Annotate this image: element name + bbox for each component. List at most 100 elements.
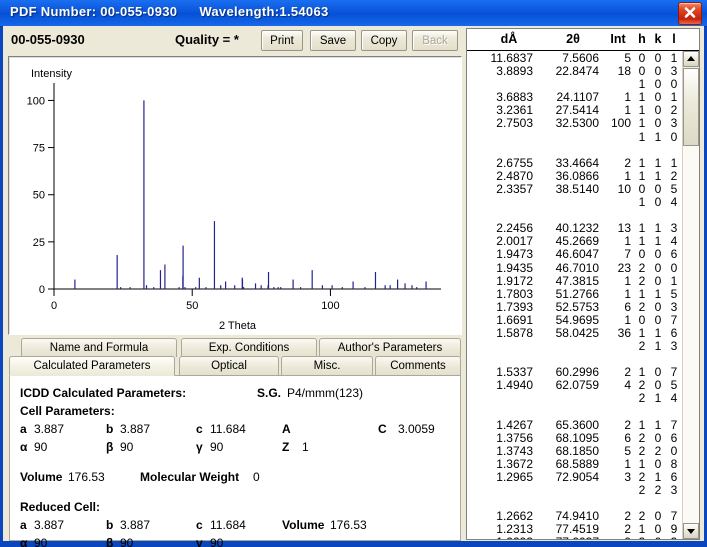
reduced-volume-value: 176.53 bbox=[330, 518, 367, 532]
cell-c-label: c bbox=[196, 422, 203, 436]
sg-value: P4/mmm(123) bbox=[287, 386, 364, 400]
table-row[interactable] bbox=[467, 496, 683, 509]
table-row[interactable]: 2.0017 45.2669 1 1 1 4 bbox=[467, 234, 683, 249]
table-row[interactable]: 1.4267 65.3600 2 1 1 7 bbox=[467, 417, 683, 432]
peak-k-value: 0 bbox=[654, 312, 662, 327]
table-row[interactable]: 223 bbox=[467, 483, 683, 498]
table-row[interactable]: 1.5878 58.0425 36 1 1 6 bbox=[467, 326, 683, 340]
peak-l-value: 3 bbox=[670, 483, 678, 498]
table-row[interactable] bbox=[467, 208, 683, 221]
peak-two-theta-value: 22.8474 bbox=[555, 64, 599, 79]
peak-k-value: 0 bbox=[654, 299, 662, 314]
peak-l-value: 3 bbox=[670, 116, 678, 131]
table-row[interactable]: 1.3743 68.1850 5 2 2 0 bbox=[467, 443, 683, 458]
peak-intensity-value: 1 bbox=[624, 234, 631, 249]
peak-table-body[interactable]: 11.6837 7.5606 5 0 0 1 3.8893 22.8474 18 0 0 3 1 0 0 3.… bbox=[467, 51, 683, 539]
peak-d-value: 1.9435 bbox=[496, 260, 533, 275]
table-row[interactable]: 11.6837 7.5606 5 0 0 1 bbox=[467, 51, 683, 65]
table-row[interactable]: 1.9435 46.7010 23 2 0 0 bbox=[467, 260, 683, 275]
reduced-gamma-value: 90 bbox=[210, 536, 224, 547]
peak-d-value: 1.3743 bbox=[496, 443, 533, 458]
scrollbar-track[interactable] bbox=[683, 146, 699, 523]
table-row[interactable]: 2.4870 36.0866 1 1 1 2 bbox=[467, 168, 683, 183]
close-icon[interactable] bbox=[678, 2, 702, 25]
peak-k-value: 0 bbox=[654, 103, 662, 118]
peak-l-value: 3 bbox=[670, 64, 678, 79]
peak-k-value: 1 bbox=[654, 470, 662, 484]
table-row[interactable]: 1.7393 52.5753 6 2 0 3 bbox=[467, 299, 683, 314]
peak-k-value: 1 bbox=[654, 417, 662, 432]
table-row[interactable]: 3.2361 27.5414 1 1 0 2 bbox=[467, 103, 683, 118]
peak-intensity-value: 1 bbox=[624, 273, 631, 288]
scroll-up-arrow-icon[interactable] bbox=[683, 51, 699, 67]
quality-label: Quality = * bbox=[175, 32, 239, 47]
tab-exp-conditions[interactable]: Exp. Conditions bbox=[181, 338, 317, 357]
tab-comments[interactable]: Comments bbox=[375, 356, 461, 375]
reduced-alpha-value: 90 bbox=[34, 536, 48, 547]
print-button[interactable]: Print bbox=[261, 30, 303, 51]
peak-h-value: 0 bbox=[638, 181, 646, 196]
table-row[interactable]: 1.6691 54.9695 1 0 0 7 bbox=[467, 312, 683, 327]
table-row[interactable]: 1.9172 47.3815 1 2 0 1 bbox=[467, 273, 683, 288]
reduced-beta-value: 90 bbox=[120, 536, 134, 547]
peak-two-theta-value: 68.1095 bbox=[555, 430, 599, 445]
copy-button[interactable]: Copy bbox=[361, 30, 407, 51]
table-row[interactable]: 1.5337 60.2996 2 1 0 7 bbox=[467, 365, 683, 380]
peak-d-value: 1.2313 bbox=[496, 522, 533, 537]
scroll-down-arrow-icon[interactable] bbox=[683, 523, 699, 539]
table-row[interactable]: 1.7803 51.2766 1 1 1 5 bbox=[467, 286, 683, 301]
table-row[interactable] bbox=[467, 352, 683, 365]
peak-table-scrollbar[interactable] bbox=[682, 51, 699, 539]
table-row[interactable]: 2.3357 38.5140 10 0 0 5 bbox=[467, 181, 683, 196]
peak-k-value: 0 bbox=[654, 365, 662, 380]
peak-list-panel: dÅ 2θ Int h k l 11.6837 7.5606 5 0 0 1 3.8893 2… bbox=[466, 28, 700, 540]
table-row[interactable]: 1.4940 62.0759 4 2 0 5 bbox=[467, 378, 683, 393]
table-row[interactable]: 1.9473 46.6047 7 0 0 6 bbox=[467, 247, 683, 261]
table-row[interactable] bbox=[467, 143, 683, 156]
tab-calculated-parameters[interactable]: Calculated Parameters bbox=[9, 356, 175, 376]
table-row[interactable]: 3.8893 22.8474 18 0 0 3 bbox=[467, 64, 683, 79]
cell-z-value: 1 bbox=[302, 440, 309, 454]
reduced-a-label: a bbox=[20, 518, 27, 532]
tab-name-and-formula[interactable]: Name and Formula bbox=[21, 338, 177, 357]
cell-a-value: 3.887 bbox=[34, 422, 65, 436]
peak-h-value: 2 bbox=[638, 378, 646, 393]
peak-d-value: 2.4870 bbox=[496, 168, 533, 183]
table-row[interactable]: 213 bbox=[467, 339, 683, 353]
table-row[interactable]: 1.3756 68.1095 6 2 0 6 bbox=[467, 430, 683, 445]
peak-intensity-value: 1 bbox=[624, 103, 631, 118]
table-row[interactable]: 1.2965 72.9054 3 2 1 6 bbox=[467, 470, 683, 484]
tab-optical[interactable]: Optical bbox=[179, 356, 279, 375]
peak-l-value: 5 bbox=[670, 286, 678, 301]
detail-tabs: Name and Formula Exp. Conditions Author'… bbox=[9, 338, 461, 547]
table-row[interactable]: 2.2456 40.1232 13 1 1 3 bbox=[467, 221, 683, 235]
table-row[interactable]: 2.7503 32.5300 100 1 0 3 bbox=[467, 116, 683, 131]
table-row[interactable]: 110 bbox=[467, 129, 683, 144]
peak-h-value: 2 bbox=[638, 483, 646, 498]
table-row[interactable]: 2.6755 33.4664 2 1 1 1 bbox=[467, 156, 683, 170]
column-header-d: dÅ bbox=[500, 32, 518, 46]
table-row[interactable] bbox=[467, 405, 683, 418]
table-row[interactable]: 1.3672 68.5889 1 1 0 8 bbox=[467, 457, 683, 471]
peak-l-value: 5 bbox=[670, 181, 678, 196]
table-row[interactable]: 1.2313 77.4519 2 1 0 9 bbox=[467, 522, 683, 537]
peak-l-value: 1 bbox=[670, 273, 678, 288]
table-row[interactable]: 100 bbox=[467, 77, 683, 91]
cell-z-label: Z bbox=[282, 440, 290, 454]
scrollbar-thumb[interactable] bbox=[683, 68, 699, 146]
table-row[interactable]: 3.6883 24.1107 1 1 0 1 bbox=[467, 90, 683, 105]
peak-intensity-value: 18 bbox=[617, 64, 631, 79]
table-row[interactable]: 214 bbox=[467, 391, 683, 405]
save-button[interactable]: Save bbox=[310, 30, 356, 51]
cell-gamma-label: γ bbox=[196, 440, 203, 454]
peak-intensity-value: 23 bbox=[617, 260, 631, 275]
tab-misc[interactable]: Misc. bbox=[281, 356, 373, 375]
peak-k-value: 0 bbox=[654, 64, 662, 79]
table-row[interactable]: 104 bbox=[467, 195, 683, 209]
tab-authors-parameters[interactable]: Author's Parameters bbox=[319, 338, 461, 357]
table-row[interactable]: 1.2293 77.6037 9 3 0 3 bbox=[467, 535, 683, 539]
peak-k-value: 1 bbox=[654, 129, 662, 144]
peak-two-theta-value: 7.5606 bbox=[562, 51, 599, 65]
table-row[interactable]: 1.2662 74.9410 2 2 0 7 bbox=[467, 509, 683, 523]
peak-l-value: 1 bbox=[670, 90, 678, 105]
